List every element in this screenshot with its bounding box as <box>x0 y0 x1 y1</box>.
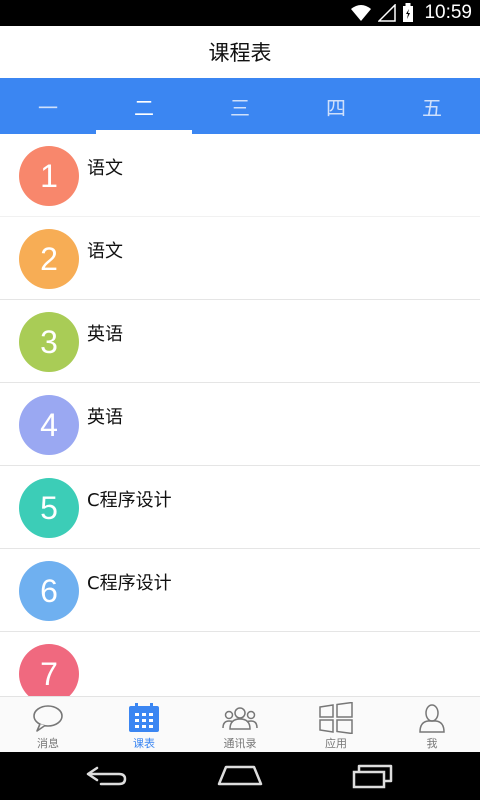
day-tabs: 一二三四五 <box>0 78 480 134</box>
apps-window-icon <box>318 702 354 734</box>
calendar-grid-icon <box>128 702 160 734</box>
recents-button[interactable] <box>343 756 403 796</box>
person-icon <box>417 702 447 734</box>
day-tab-1[interactable]: 一 <box>0 78 96 134</box>
course-list: 1 语文 2 语文 3 英语 4 英语 5 C程序设计 6 C程序设计 7 <box>0 134 480 696</box>
period-number-badge: 6 <box>19 561 79 621</box>
period-number-badge: 5 <box>19 478 79 538</box>
chat-bubble-icon <box>32 702 64 734</box>
nav-item-messages[interactable]: 消息 <box>0 697 96 752</box>
recents-icon <box>353 764 393 789</box>
nav-label: 通讯录 <box>223 737 257 750</box>
day-tab-3[interactable]: 三 <box>192 78 288 134</box>
course-row[interactable]: 2 语文 <box>0 217 480 300</box>
nav-label: 应用 <box>325 737 347 750</box>
period-number-badge: 1 <box>19 146 79 206</box>
bottom-navigation: 消息 课表 通讯录 应用 我 <box>0 696 480 752</box>
nav-item-me[interactable]: 我 <box>384 697 480 752</box>
course-row[interactable]: 7 <box>0 632 480 696</box>
wifi-icon <box>351 5 372 21</box>
course-row[interactable]: 1 语文 <box>0 134 480 217</box>
nav-item-apps[interactable]: 应用 <box>288 697 384 752</box>
course-name: C程序设计 <box>87 573 172 594</box>
period-number-badge: 2 <box>19 229 79 289</box>
nav-label: 我 <box>426 737 438 750</box>
nav-label: 消息 <box>37 737 59 750</box>
back-icon <box>86 766 126 786</box>
course-name: C程序设计 <box>87 490 172 511</box>
day-tab-2[interactable]: 二 <box>96 78 192 134</box>
nav-item-contacts[interactable]: 通讯录 <box>192 697 288 752</box>
system-navigation-bar <box>0 752 480 800</box>
course-name: 语文 <box>87 158 123 179</box>
status-bar: 10:59 <box>0 0 480 26</box>
contacts-icon <box>222 702 258 734</box>
home-button[interactable] <box>210 756 270 796</box>
back-button[interactable] <box>77 756 137 796</box>
period-number-badge: 3 <box>19 312 79 372</box>
status-icons: 10:59 <box>350 0 472 26</box>
status-time: 10:59 <box>424 2 472 23</box>
battery-icon <box>403 3 414 22</box>
home-icon <box>217 765 263 786</box>
signal-icon <box>378 4 397 22</box>
day-tab-4[interactable]: 四 <box>288 78 384 134</box>
period-number-badge: 7 <box>19 644 79 696</box>
nav-label: 课表 <box>133 737 155 750</box>
period-number-badge: 4 <box>19 395 79 455</box>
course-row[interactable]: 6 C程序设计 <box>0 549 480 632</box>
day-tab-5[interactable]: 五 <box>384 78 480 134</box>
course-row[interactable]: 4 英语 <box>0 383 480 466</box>
header: 课程表 <box>0 26 480 78</box>
course-name: 英语 <box>87 324 123 345</box>
course-name: 语文 <box>87 241 123 262</box>
course-row[interactable]: 3 英语 <box>0 300 480 383</box>
page-title: 课程表 <box>208 41 272 65</box>
course-name: 英语 <box>87 407 123 428</box>
course-row[interactable]: 5 C程序设计 <box>0 466 480 549</box>
nav-item-schedule[interactable]: 课表 <box>96 697 192 752</box>
